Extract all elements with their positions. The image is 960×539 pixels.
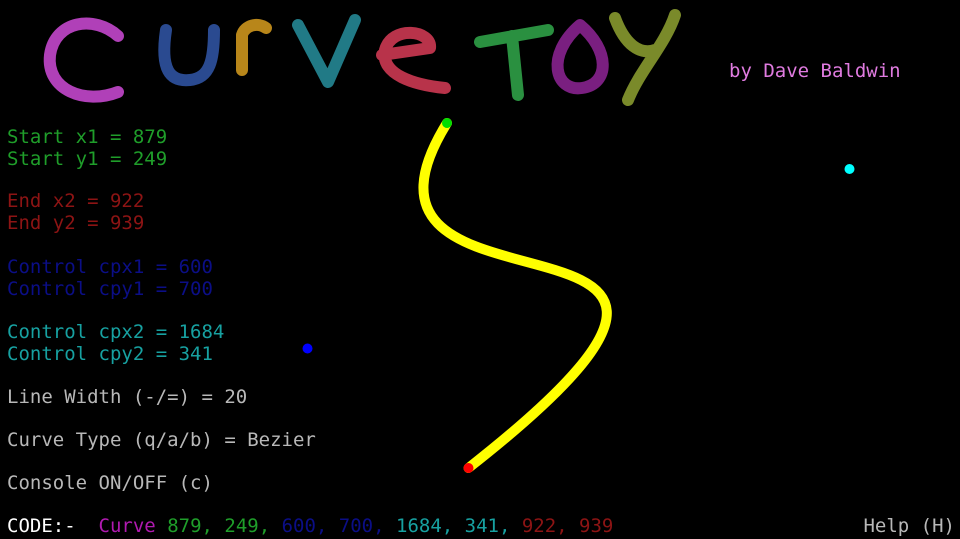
code-keyword: Curve [98,515,156,537]
help-hint[interactable]: Help (H) [863,515,955,537]
bezier-curve [418,118,612,473]
console-toggle-readout: Console ON/OFF (c) [7,472,213,494]
curve-type-readout: Curve Type (q/a/b) = Bezier [7,429,316,451]
code-start-values: 879, 249, [167,515,271,537]
start-y1-readout: Start y1 = 249 [7,148,168,170]
start-point-handle[interactable] [442,118,452,128]
code-end-values: 922, 939 [521,515,614,537]
end-point-handle[interactable] [463,463,474,473]
code-label: CODE:- [7,515,76,537]
control-cpy1-readout: Control cpy1 = 700 [7,278,213,300]
end-x2-readout: End x2 = 922 [7,190,145,212]
start-x1-readout: Start x1 = 879 [7,126,168,148]
code-control1-values: 600, 700, [281,515,385,537]
control-point-1-handle[interactable] [302,343,313,354]
line-width-readout: Line Width (-/=) = 20 [7,386,248,408]
control-point-2-handle[interactable] [844,164,855,174]
code-output-line: CODE:- Curve 879, 249, 600, 700, 1684, 3… [7,515,613,537]
code-control2-values: 1684, 341, [396,515,511,537]
control-cpx2-readout: Control cpx2 = 1684 [7,321,225,343]
control-cpy2-readout: Control cpy2 = 341 [7,343,213,365]
control-cpx1-readout: Control cpx1 = 600 [7,256,213,278]
end-y2-readout: End y2 = 939 [7,212,145,234]
